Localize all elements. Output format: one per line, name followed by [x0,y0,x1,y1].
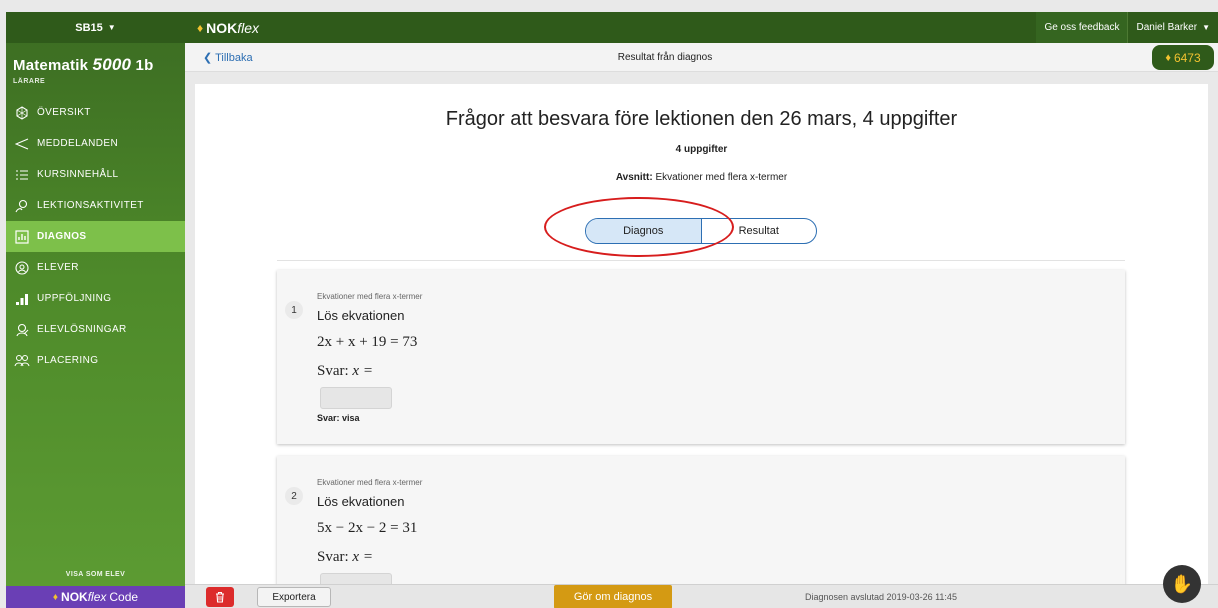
answer-label-text: Svar: [317,363,349,379]
hand-icon: ✋ [1170,573,1194,594]
nokflex-code-button[interactable]: ♦ NOK flex Code [6,586,185,608]
main-content: Frågor att besvara före lektionen den 26… [195,84,1208,596]
section-label: Avsnitt: [615,172,653,183]
section-value: Ekvationer med flera x-termer [655,172,788,183]
sidebar-nav: ÖVERSIKT MEDDELANDEN KURSINNEHÅLL LEKTIO… [6,97,185,376]
export-button[interactable]: Exportera [257,587,331,607]
sidebar-item-label: UPPFÖLJNING [37,293,112,304]
question-equation: 2x + x + 19 = 73 [317,334,418,350]
code-brand: NOK [61,590,88,604]
question-prompt: Lös ekvationen [317,494,405,509]
sidebar-item-label: ELEVER [37,262,79,273]
sidebar-item-label: MEDDELANDEN [37,138,119,149]
role-label: LÄRARE [13,78,46,85]
help-hand-button[interactable]: ✋ [1163,565,1201,603]
section-info: Avsnitt: Ekvationer med flera x-termer [195,172,1208,183]
question-number: 2 [285,487,303,505]
sidebar-item-lektionsaktivitet[interactable]: LEKTIONSAKTIVITET [6,190,185,221]
answer-label: Svar: x = [317,549,373,566]
sidebar-item-meddelanden[interactable]: MEDDELANDEN [6,128,185,159]
task-count: 4 uppgifter [675,144,728,155]
activity-icon [14,198,30,214]
gem-icon: ♦ [1165,51,1171,64]
status-text: Diagnosen avslutad 2019-03-26 11:45 [805,592,957,602]
show-answer-link[interactable]: Svar: visa [317,413,360,423]
headline: Frågor att besvara före lektionen den 26… [445,108,958,130]
course-title: Matematik 5000 1b [13,55,185,75]
solutions-icon [14,322,30,338]
sidebar-item-diagnos[interactable]: DIAGNOS [6,221,185,252]
sidebar-item-elevlosningar[interactable]: ELEVLÖSNINGAR [6,314,185,345]
top-bar: ♦ NOK flex Ge oss feedback Daniel Barker… [185,12,1218,43]
question-number: 1 [285,301,303,319]
sidebar-item-label: LEKTIONSAKTIVITET [37,200,144,211]
student-icon [14,260,30,276]
placement-icon [14,353,30,369]
divider [277,260,1125,261]
sidebar-item-label: DIAGNOS [37,231,87,242]
answer-label: Svar: x = [317,363,373,380]
coin-count: 6473 [1173,50,1201,65]
question-card: 1 Ekvationer med flera x-termer Lös ekva… [277,270,1125,444]
sidebar-item-label: PLACERING [37,355,99,366]
course-title-text: Matematik [13,57,89,74]
gem-icon: ♦ [197,20,204,35]
sub-header: ❮ Tillbaka Resultat från diagnos ♦ 6473 [185,43,1218,72]
code-suffix: Code [109,590,139,604]
diagnos-icon [14,229,30,245]
sidebar: SB15 ▼ Matematik 5000 1b LÄRARE ÖVERSIKT… [6,12,185,608]
trash-icon [216,591,224,603]
user-menu[interactable]: Daniel Barker ▼ [1127,12,1218,43]
coin-badge: ♦ 6473 [1152,45,1214,70]
sidebar-item-kursinnehall[interactable]: KURSINNEHÅLL [6,159,185,190]
question-category: Ekvationer med flera x-termer [317,478,423,487]
gem-icon: ♦ [52,591,59,603]
question-equation: 5x − 2x − 2 = 31 [317,520,418,536]
sidebar-item-label: KURSINNEHÅLL [37,169,119,180]
bar-chart-icon [14,291,30,307]
footer-bar: Exportera Gör om diagnos Diagnosen avslu… [185,584,1218,608]
course-number: 5000 [92,55,132,74]
question-card: 2 Ekvationer med flera x-termer Lös ekva… [277,456,1125,596]
redo-diagnos-button[interactable]: Gör om diagnos [554,585,672,608]
brand-logo[interactable]: ♦ NOK flex [185,20,259,36]
brand-flex: flex [237,19,260,36]
question-category: Ekvationer med flera x-termer [317,292,423,301]
answer-input[interactable] [320,387,392,409]
overview-icon [14,105,30,121]
sidebar-item-elever[interactable]: ELEVER [6,252,185,283]
answer-variable: x = [352,363,373,379]
code-flex: flex [87,590,107,604]
chevron-down-icon: ▼ [107,23,116,32]
view-as-student-button[interactable]: VISA SOM ELEV [6,571,185,578]
question-prompt: Lös ekvationen [317,308,405,323]
class-selector[interactable]: SB15 ▼ [6,12,185,43]
sidebar-item-placering[interactable]: PLACERING [6,345,185,376]
list-icon [14,167,30,183]
answer-label-text: Svar: [317,549,349,565]
sidebar-item-uppfoljning[interactable]: UPPFÖLJNING [6,283,185,314]
course-level: 1b [135,57,154,74]
highlight-ring [544,197,734,257]
sidebar-item-oversikt[interactable]: ÖVERSIKT [6,97,185,128]
delete-button[interactable] [206,587,234,607]
sidebar-item-label: ELEVLÖSNINGAR [37,324,127,335]
feedback-link[interactable]: Ge oss feedback [1036,12,1128,43]
user-name: Daniel Barker [1136,22,1198,33]
sidebar-item-label: ÖVERSIKT [37,107,91,118]
page-title: Resultat från diagnos [617,52,713,63]
class-selector-label: SB15 [75,21,103,34]
chevron-down-icon: ▼ [1202,23,1210,32]
answer-variable: x = [352,549,373,565]
brand-name: NOK [206,19,238,36]
message-icon [14,136,30,152]
course-header: Matematik 5000 1b LÄRARE [6,43,185,85]
